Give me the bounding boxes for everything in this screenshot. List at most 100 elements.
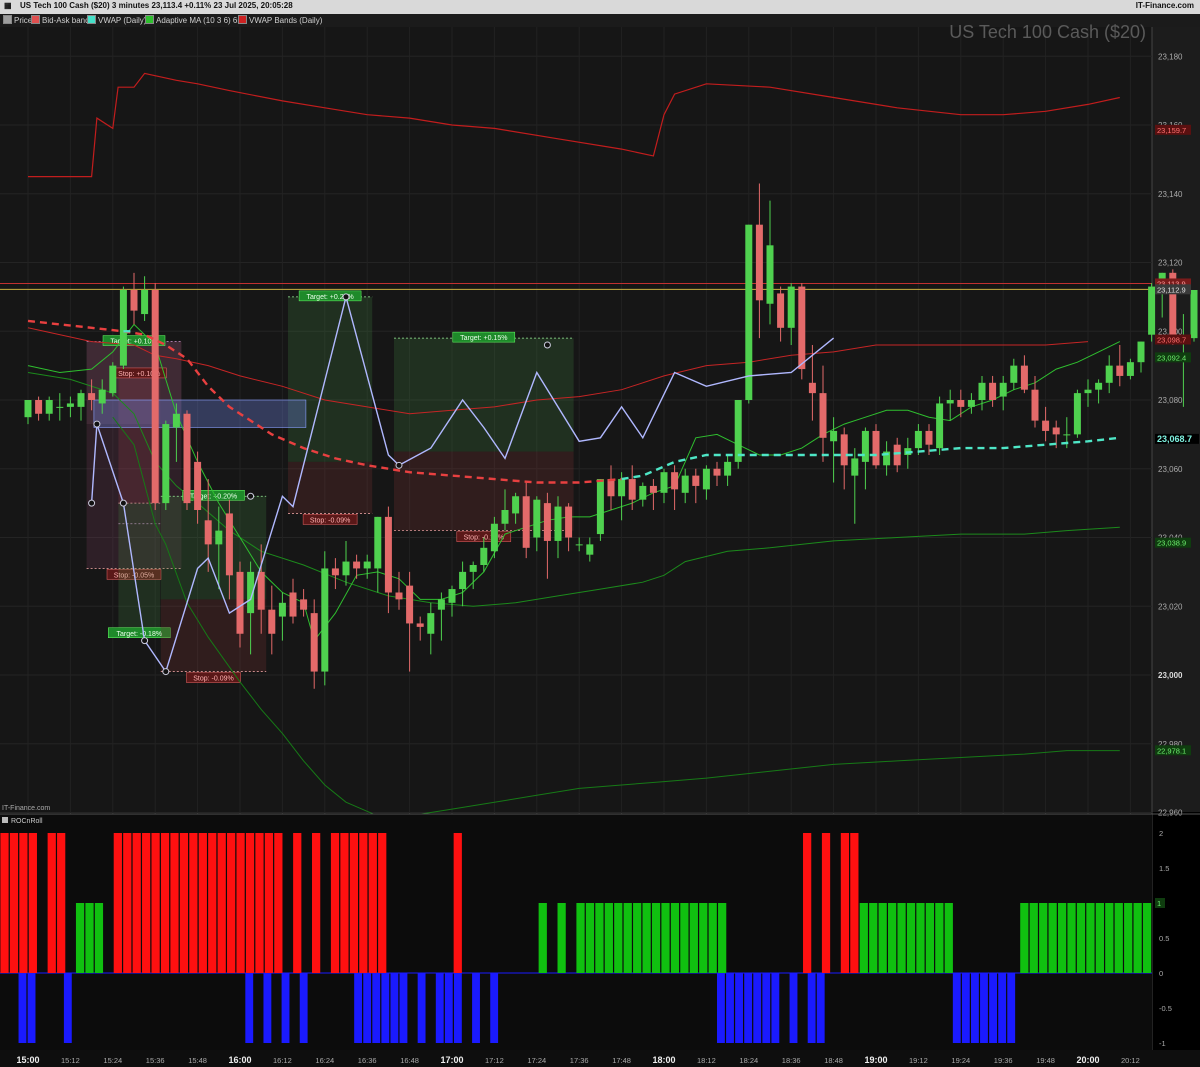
candle-body xyxy=(596,479,604,535)
indicator-bar xyxy=(227,833,236,973)
indicator-bar xyxy=(1124,903,1133,973)
candle-body xyxy=(692,475,700,486)
candle-body xyxy=(469,565,477,572)
candle-body xyxy=(713,468,721,476)
indicator-bar xyxy=(1114,903,1123,973)
indicator-bar xyxy=(699,903,708,973)
trade-marker xyxy=(141,637,149,645)
price-tag-label: 22,978.1 xyxy=(1157,746,1186,755)
indicator-bar xyxy=(897,903,906,973)
x-tick-label: 15:24 xyxy=(103,1056,122,1065)
candle-body xyxy=(1052,427,1060,435)
indicator-bar xyxy=(633,903,642,973)
candle-body xyxy=(967,400,975,407)
indicator-neg-bar xyxy=(952,973,961,1043)
indicator-y-tick: 0.5 xyxy=(1159,934,1169,943)
x-tick-label: 18:12 xyxy=(697,1056,716,1065)
indicator-neg-bar xyxy=(372,973,381,1043)
indicator-neg-bar xyxy=(390,973,399,1043)
indicator-bar xyxy=(869,903,878,973)
trade-marker xyxy=(395,461,403,469)
indicator-neg-bar xyxy=(417,973,426,1043)
candle-body xyxy=(893,444,901,466)
price-tag-label: 23,092.4 xyxy=(1157,353,1186,362)
price-tag-label: 23,068.7 xyxy=(1157,434,1192,444)
indicator-bar xyxy=(85,903,94,973)
indicator-bar xyxy=(576,903,585,973)
candle-body xyxy=(565,506,573,538)
candle-body xyxy=(416,623,424,627)
candle-body xyxy=(660,472,668,493)
indicator-bar xyxy=(821,833,831,973)
x-tick-label: 19:36 xyxy=(994,1056,1013,1065)
indicator-bar xyxy=(878,903,887,973)
x-tick-label: 20:12 xyxy=(1121,1056,1140,1065)
indicator-bar xyxy=(935,903,944,973)
indicator-bar xyxy=(1095,903,1104,973)
watermark: US Tech 100 Cash ($20) xyxy=(949,22,1146,42)
indicator-bar xyxy=(170,833,179,973)
candle-body xyxy=(798,286,806,370)
candle-body xyxy=(56,406,64,408)
indicator-bar xyxy=(340,833,349,973)
x-tick-label: 19:00 xyxy=(864,1055,887,1065)
candle-body xyxy=(914,430,922,449)
trade-target-zone xyxy=(394,338,574,452)
x-tick-label: 15:48 xyxy=(188,1056,207,1065)
candle-body xyxy=(543,503,551,541)
candle-body xyxy=(1063,434,1071,436)
indicator-neg-bar xyxy=(1007,973,1016,1043)
indicator-neg-bar xyxy=(789,973,798,1043)
candle-body xyxy=(755,224,763,301)
indicator-label: ROCnRoll xyxy=(11,818,43,825)
indicator-neg-bar xyxy=(453,973,462,1043)
trade-marker xyxy=(247,492,255,500)
candle-body xyxy=(1137,341,1145,363)
candle-body xyxy=(363,561,371,569)
trade-marker xyxy=(88,499,96,507)
x-tick-label: 16:36 xyxy=(358,1056,377,1065)
stop-tag-label: Stop: -0.09% xyxy=(310,517,350,524)
indicator-bar xyxy=(330,833,340,973)
candle-body xyxy=(1148,286,1156,335)
candle-body xyxy=(936,403,944,449)
price-chart[interactable]: 23,18023,16023,14023,12023,10023,08023,0… xyxy=(0,0,1200,1067)
x-tick-label: 19:24 xyxy=(951,1056,970,1065)
indicator-neg-bar xyxy=(726,973,734,1043)
candle-body xyxy=(522,496,530,548)
candle-body xyxy=(24,400,32,418)
indicator-bar xyxy=(28,833,37,973)
indicator-neg-bar xyxy=(444,973,453,1043)
indicator-neg-bar xyxy=(435,973,444,1043)
candle-body xyxy=(649,485,657,493)
x-tick-label: 17:24 xyxy=(527,1056,546,1065)
candle-body xyxy=(98,389,106,404)
trade-target-zone xyxy=(118,503,161,634)
indicator-neg-bar xyxy=(472,973,480,1043)
indicator-bar xyxy=(245,833,255,973)
indicator-bar xyxy=(661,903,670,973)
y-tick-label: 23,140 xyxy=(1158,190,1183,199)
indicator-neg-bar xyxy=(27,973,36,1043)
indicator-y-tick: 2 xyxy=(1159,829,1163,838)
indicator-bar xyxy=(255,833,264,973)
candle-body xyxy=(236,571,244,634)
candle-body xyxy=(978,382,986,400)
candle-body xyxy=(1126,362,1134,376)
indicator-bar xyxy=(198,833,207,973)
indicator-label-icon xyxy=(2,817,8,823)
target-tag-label: Target: -0.18% xyxy=(117,631,163,638)
candle-body xyxy=(639,485,647,500)
x-tick-label: 18:36 xyxy=(782,1056,801,1065)
indicator-neg-bar xyxy=(354,973,363,1043)
price-tag-label: 23,112.9 xyxy=(1157,285,1186,294)
candle-body xyxy=(586,544,594,555)
candle-body xyxy=(766,245,774,304)
candle-body xyxy=(183,413,191,504)
indicator-bar xyxy=(944,903,953,973)
x-tick-label: 19:12 xyxy=(909,1056,928,1065)
indicator-bar xyxy=(293,833,302,973)
indicator-neg-bar xyxy=(753,973,762,1043)
candle-body xyxy=(480,547,488,565)
indicator-neg-bar xyxy=(245,973,254,1043)
